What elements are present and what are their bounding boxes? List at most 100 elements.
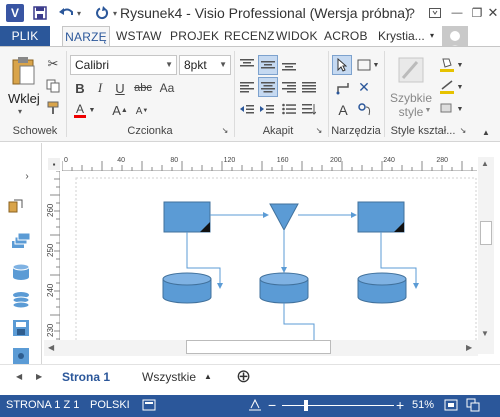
align-bottom-icon[interactable] xyxy=(280,57,298,73)
quick-styles-icon[interactable] xyxy=(396,55,426,85)
font-size-combo[interactable]: 8pkt ▼ xyxy=(179,55,231,75)
font-name-combo[interactable]: Calibri ▼ xyxy=(70,55,177,75)
increase-font-icon[interactable]: A ▲ xyxy=(112,102,128,118)
align-right-icon[interactable] xyxy=(280,79,298,95)
underline-icon[interactable]: U xyxy=(112,80,128,96)
text-tool-icon[interactable]: A xyxy=(334,101,352,119)
tab-review[interactable]: RECENZ xyxy=(224,26,275,46)
zoom-slider[interactable] xyxy=(282,405,394,406)
align-center-icon[interactable] xyxy=(258,77,278,97)
paste-icon[interactable] xyxy=(8,55,38,87)
format-painter-icon[interactable] xyxy=(44,99,62,117)
user-name[interactable]: Krystia... xyxy=(378,26,425,46)
page-nav-right-icon[interactable]: ▶ xyxy=(36,372,42,381)
align-middle-icon[interactable] xyxy=(258,55,278,75)
paragraph-dialog-launcher-icon[interactable]: ↘ xyxy=(314,125,324,135)
text-direction-icon[interactable] xyxy=(300,101,318,117)
more-shapes-icon[interactable] xyxy=(6,197,26,215)
horizontal-scrollbar[interactable]: ◀ ▶ xyxy=(44,340,478,356)
scroll-up-icon[interactable]: ▲ xyxy=(481,159,489,168)
scroll-right-icon[interactable]: ▶ xyxy=(466,343,472,352)
effects-icon[interactable] xyxy=(438,99,456,117)
stencil-disk-icon[interactable] xyxy=(10,317,32,339)
scroll-left-icon[interactable]: ◀ xyxy=(48,343,54,352)
tab-view[interactable]: WIDOK xyxy=(276,26,318,46)
align-left-icon[interactable] xyxy=(238,79,256,95)
tab-insert[interactable]: WSTAW xyxy=(116,26,162,46)
fit-to-window-icon[interactable] xyxy=(444,398,458,415)
add-page-icon[interactable]: ⊕ xyxy=(236,366,251,387)
stencil-process-icon[interactable] xyxy=(10,231,32,251)
ruler-corner-icon[interactable]: ▪ xyxy=(48,158,60,170)
paste-dropdown-icon[interactable]: ▾ xyxy=(18,107,22,116)
visio-logo-icon[interactable]: V xyxy=(6,4,24,22)
fill-dropdown-icon[interactable]: ▼ xyxy=(456,59,464,71)
paste-button[interactable]: Wklej xyxy=(8,91,40,106)
ribbon-tabs: PLIK NARZĘ WSTAW PROJEK RECENZ WIDOK ACR… xyxy=(0,26,500,47)
stencil-storage-icon[interactable] xyxy=(10,289,32,311)
increase-indent-icon[interactable] xyxy=(258,101,276,117)
save-icon[interactable] xyxy=(30,3,50,23)
zoom-slider-thumb[interactable] xyxy=(304,400,308,411)
justify-icon[interactable] xyxy=(300,79,318,95)
line-icon[interactable] xyxy=(438,77,456,95)
collapse-ribbon-icon[interactable]: ▲ xyxy=(480,127,492,137)
group-paragraph-label: Akapit xyxy=(262,125,294,137)
quick-styles-dropdown-icon[interactable]: ▼ xyxy=(424,105,432,115)
fit-page-icon[interactable] xyxy=(248,398,262,415)
page-indicator[interactable]: STRONA 1 Z 1 xyxy=(6,399,79,411)
rectangle-tool-icon[interactable] xyxy=(356,57,372,73)
vertical-scrollbar[interactable]: ▲ ▼ xyxy=(478,157,494,354)
cut-icon[interactable]: ✂ xyxy=(44,55,62,73)
bullets-icon[interactable] xyxy=(280,101,298,117)
zoom-in-button[interactable]: + xyxy=(396,397,404,413)
switch-windows-icon[interactable] xyxy=(466,398,480,415)
align-top-icon[interactable] xyxy=(238,57,256,73)
redo-icon[interactable] xyxy=(92,3,112,23)
undo-icon[interactable] xyxy=(56,3,76,23)
italic-icon[interactable]: I xyxy=(92,80,108,96)
close-button[interactable]: ✕ xyxy=(482,2,500,24)
connection-point-tool-icon[interactable] xyxy=(356,101,374,119)
page-nav-left-icon[interactable]: ◀ xyxy=(16,372,22,381)
tab-design[interactable]: PROJEK xyxy=(170,26,219,46)
all-pages-menu-icon[interactable]: ▲ xyxy=(204,372,212,381)
tab-home[interactable]: NARZĘ xyxy=(62,26,110,47)
fill-icon[interactable] xyxy=(438,55,456,73)
font-color-dropdown-icon[interactable]: ▼ xyxy=(88,103,96,117)
help-button[interactable]: ? xyxy=(400,2,422,24)
decrease-indent-icon[interactable] xyxy=(238,101,256,117)
customize-qat-icon[interactable]: ▾ xyxy=(110,3,120,23)
zoom-level[interactable]: 51% xyxy=(412,399,434,411)
bold-icon[interactable]: B xyxy=(72,80,88,96)
user-dropdown-icon[interactable]: ▾ xyxy=(430,26,434,46)
undo-dropdown-icon[interactable]: ▾ xyxy=(74,3,84,23)
tab-acrobat[interactable]: ACROB xyxy=(324,26,368,46)
ribbon-display-icon[interactable] xyxy=(424,2,446,24)
zoom-out-button[interactable]: − xyxy=(268,397,276,413)
minimize-button[interactable]: — xyxy=(446,2,468,24)
strikethrough-icon[interactable]: abc xyxy=(132,80,154,96)
font-color-icon[interactable]: A xyxy=(72,101,88,119)
tab-page-1[interactable]: Strona 1 xyxy=(62,370,110,384)
expand-panel-icon[interactable]: › xyxy=(20,169,34,183)
rectangle-dropdown-icon[interactable]: ▼ xyxy=(372,59,380,71)
change-case-icon[interactable]: Aa xyxy=(156,80,178,96)
tab-all-pages[interactable]: Wszystkie xyxy=(142,370,196,384)
stencil-database-icon[interactable] xyxy=(10,261,32,283)
line-dropdown-icon[interactable]: ▼ xyxy=(456,81,464,93)
shape-styles-dialog-launcher-icon[interactable]: ↘ xyxy=(458,125,468,135)
pointer-tool-icon[interactable] xyxy=(332,55,352,75)
decrease-font-icon[interactable]: A ▼ xyxy=(134,104,150,118)
language-indicator[interactable]: POLSKI xyxy=(90,399,130,411)
connector-tool-icon[interactable] xyxy=(334,79,352,97)
effects-dropdown-icon[interactable]: ▼ xyxy=(456,103,464,115)
macro-icon[interactable] xyxy=(142,398,156,415)
copy-icon[interactable] xyxy=(44,77,62,95)
scroll-down-icon[interactable]: ▼ xyxy=(481,329,489,338)
scroll-thumb[interactable] xyxy=(480,221,492,245)
scroll-thumb[interactable] xyxy=(186,340,331,354)
tab-file[interactable]: PLIK xyxy=(0,26,50,46)
delete-icon[interactable]: ✕ xyxy=(356,79,372,95)
font-dialog-launcher-icon[interactable]: ↘ xyxy=(220,125,230,135)
